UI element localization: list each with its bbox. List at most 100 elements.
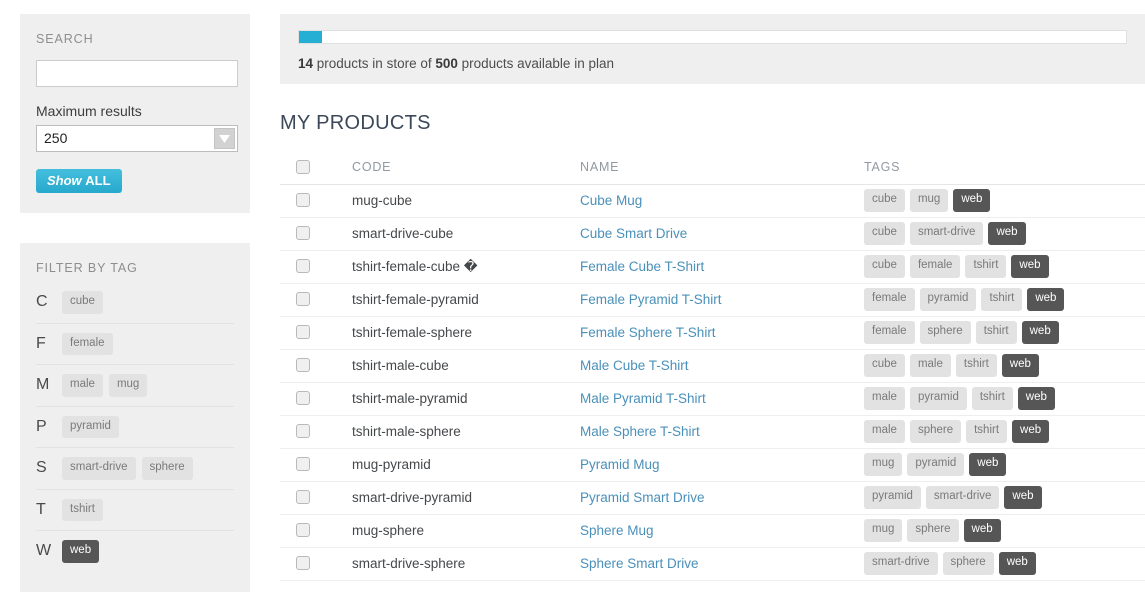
product-link[interactable]: Male Cube T-Shirt <box>580 358 689 373</box>
product-link[interactable]: Female Cube T-Shirt <box>580 259 704 274</box>
tag-chip[interactable]: smart-drive <box>864 552 938 575</box>
tag-chip[interactable]: sphere <box>141 457 193 480</box>
tag-chip[interactable]: mug <box>864 519 903 542</box>
column-header-code[interactable]: CODE <box>352 151 580 185</box>
row-checkbox[interactable] <box>296 457 310 472</box>
tag-chip[interactable]: mug <box>909 189 949 212</box>
product-link[interactable]: Sphere Smart Drive <box>580 556 699 571</box>
row-checkbox[interactable] <box>296 424 310 439</box>
row-checkbox[interactable] <box>296 259 310 274</box>
select-all-checkbox[interactable] <box>296 160 310 175</box>
tag-chip[interactable]: cube <box>864 255 905 278</box>
row-checkbox[interactable] <box>296 292 310 307</box>
row-checkbox[interactable] <box>296 193 310 208</box>
tag-chip[interactable]: sphere <box>942 552 994 575</box>
row-checkbox[interactable] <box>296 226 310 241</box>
tag-chip[interactable]: web <box>1012 420 1050 443</box>
tag-chip[interactable]: tshirt <box>62 498 103 521</box>
tag-chip[interactable]: male <box>909 354 951 377</box>
tag-chip[interactable]: male <box>864 387 905 410</box>
row-select-cell <box>280 316 352 350</box>
row-checkbox[interactable] <box>296 556 310 571</box>
cell-code: tshirt-male-pyramid <box>352 382 580 416</box>
tag-chip[interactable]: web <box>988 222 1026 245</box>
cell-name: Male Pyramid T-Shirt <box>580 382 864 416</box>
tag-chip[interactable]: female <box>62 332 113 355</box>
tag-chip[interactable]: web <box>969 453 1007 476</box>
tag-chip[interactable]: sphere <box>919 321 971 344</box>
tag-chip[interactable]: web <box>1017 387 1055 410</box>
tag-chip[interactable]: web <box>1004 486 1042 509</box>
product-link[interactable]: Cube Mug <box>580 193 642 208</box>
status-text-mid: products in store of <box>313 56 436 71</box>
tag-chip[interactable]: male <box>864 420 905 443</box>
tag-chip[interactable]: web <box>998 552 1036 575</box>
tag-chip[interactable]: tshirt <box>975 321 1017 344</box>
row-checkbox[interactable] <box>296 358 310 373</box>
filter-panel-title: FILTER BY TAG <box>36 261 138 275</box>
tag-chip[interactable]: mug <box>864 453 903 476</box>
cell-code: tshirt-female-sphere <box>352 316 580 350</box>
cell-name: Female Sphere T-Shirt <box>580 316 864 350</box>
tag-chip[interactable]: tshirt <box>981 288 1023 311</box>
main-content: 14 products in store of 500 products ava… <box>280 0 1145 581</box>
tag-chip[interactable]: female <box>864 288 915 311</box>
column-header-tags[interactable]: TAGS <box>864 151 1145 185</box>
show-all-button[interactable]: Show ALL <box>36 169 122 193</box>
tag-chip[interactable]: pyramid <box>907 453 965 476</box>
row-checkbox[interactable] <box>296 391 310 406</box>
tag-chip[interactable]: smart-drive <box>62 457 136 480</box>
product-link[interactable]: Pyramid Mug <box>580 457 660 472</box>
tag-chip[interactable]: female <box>909 255 961 278</box>
tag-chip[interactable]: cube <box>864 189 905 212</box>
product-link[interactable]: Female Sphere T-Shirt <box>580 325 716 340</box>
cell-name: Cube Smart Drive <box>580 217 864 251</box>
tag-chip[interactable]: web <box>953 189 991 212</box>
product-link[interactable]: Male Pyramid T-Shirt <box>580 391 706 406</box>
column-header-name[interactable]: NAME <box>580 151 864 185</box>
product-link[interactable]: Female Pyramid T-Shirt <box>580 292 722 307</box>
filter-group-letter: P <box>36 417 47 435</box>
maximum-results-select[interactable]: 250 <box>36 125 238 152</box>
tag-chip[interactable]: mug <box>108 374 148 397</box>
tag-chip[interactable]: web <box>1021 321 1059 344</box>
tag-chip[interactable]: cube <box>62 291 103 314</box>
tag-chip[interactable]: male <box>62 374 103 397</box>
product-link[interactable]: Sphere Mug <box>580 523 654 538</box>
row-checkbox[interactable] <box>296 325 310 340</box>
tag-chip[interactable]: sphere <box>907 519 959 542</box>
tag-chip[interactable]: web <box>1011 255 1049 278</box>
tag-chip[interactable]: cube <box>864 222 905 245</box>
tag-chip[interactable]: tshirt <box>955 354 997 377</box>
tag-chip[interactable]: smart-drive <box>909 222 984 245</box>
tag-chip[interactable]: cube <box>864 354 905 377</box>
tag-chip[interactable]: pyramid <box>909 387 967 410</box>
tag-chip[interactable]: pyramid <box>62 415 119 438</box>
row-select-cell <box>280 514 352 548</box>
tag-chip[interactable]: web <box>1027 288 1065 311</box>
chevron-down-icon[interactable] <box>214 128 235 149</box>
table-row: smart-drive-pyramid Pyramid Smart Drive py… <box>280 481 1145 515</box>
tag-chip[interactable]: smart-drive <box>925 486 1000 509</box>
search-input[interactable] <box>36 60 238 87</box>
row-checkbox[interactable] <box>296 523 310 538</box>
tag-chip[interactable]: sphere <box>909 420 962 443</box>
tag-chip[interactable]: pyramid <box>864 486 921 509</box>
row-checkbox[interactable] <box>296 490 310 505</box>
product-link[interactable]: Cube Smart Drive <box>580 226 687 241</box>
tag-chip[interactable]: female <box>864 321 915 344</box>
show-all-button-strong: ALL <box>85 173 111 188</box>
cell-code: mug-pyramid <box>352 448 580 482</box>
product-link[interactable]: Pyramid Smart Drive <box>580 490 705 505</box>
cell-tags: cube male tshirt web <box>864 349 1145 383</box>
tag-chip[interactable]: tshirt <box>966 420 1008 443</box>
tag-chip[interactable]: pyramid <box>919 288 977 311</box>
product-link[interactable]: Male Sphere T-Shirt <box>580 424 700 439</box>
tag-chip[interactable]: web <box>62 540 100 563</box>
filter-group-letter: W <box>36 542 52 560</box>
tag-chip[interactable]: web <box>1001 354 1039 377</box>
tag-chip[interactable]: tshirt <box>971 387 1013 410</box>
tag-chip[interactable]: tshirt <box>965 255 1007 278</box>
filter-group-row: Ppyramid <box>36 405 234 448</box>
tag-chip[interactable]: web <box>963 519 1001 542</box>
